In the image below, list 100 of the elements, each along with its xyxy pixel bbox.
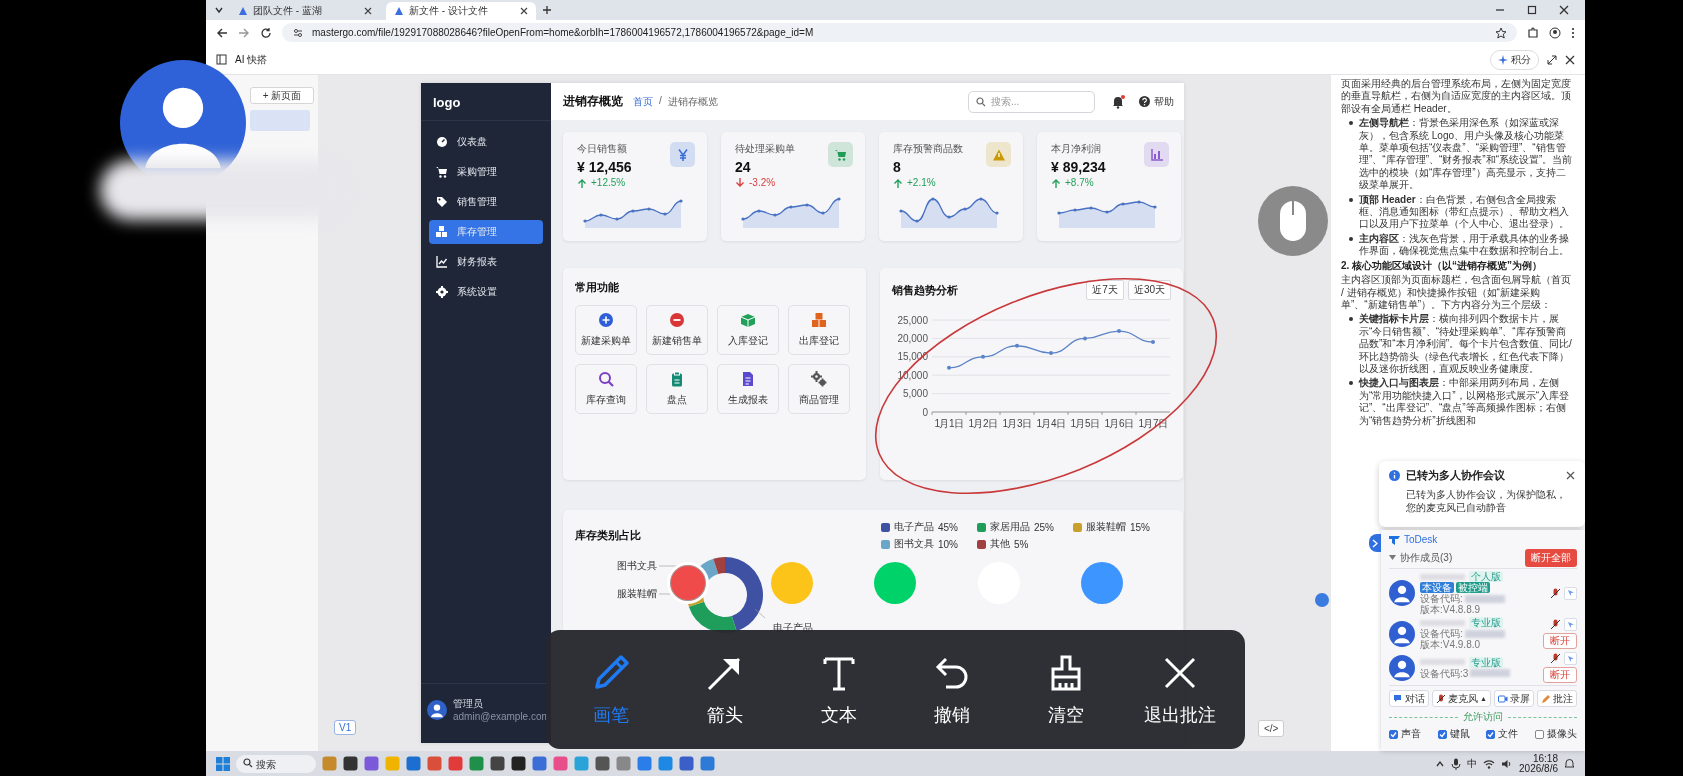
app-icon[interactable] bbox=[595, 756, 610, 771]
maximize-icon[interactable] bbox=[1527, 5, 1537, 15]
expand-icon[interactable] bbox=[1547, 54, 1557, 65]
quick-action-button[interactable]: 盘点 bbox=[646, 364, 708, 414]
stat-value: ¥ 12,456 bbox=[577, 159, 632, 175]
toolbar-button[interactable]: 批注 bbox=[1537, 690, 1577, 707]
checkbox[interactable] bbox=[1389, 729, 1398, 739]
collapse-tab[interactable] bbox=[1369, 534, 1381, 552]
annotation-tool-button[interactable]: 撤销 bbox=[904, 652, 1001, 727]
legend-label: 其他 bbox=[990, 537, 1010, 551]
notification-title: 已转为多人协作会议 bbox=[1406, 468, 1505, 483]
change-text: +8.7% bbox=[1065, 177, 1094, 188]
axis-label: 1月5日 bbox=[1070, 418, 1100, 429]
legend-label: 家居用品 bbox=[990, 520, 1030, 534]
tag-icon bbox=[436, 196, 448, 208]
microphone-icon[interactable] bbox=[1451, 757, 1462, 770]
search-icon bbox=[243, 757, 253, 768]
help-link[interactable]: 帮助 bbox=[1139, 94, 1174, 109]
plus-icon[interactable] bbox=[542, 5, 552, 15]
nav-item[interactable]: 采购管理 bbox=[429, 160, 543, 184]
disconnect-all-button[interactable]: 断开全部 bbox=[1525, 548, 1577, 567]
toolbar-button[interactable]: 对话 bbox=[1389, 690, 1429, 707]
quick-action-button[interactable]: 生成报表 bbox=[717, 364, 779, 414]
round-icon[interactable] bbox=[1315, 593, 1329, 607]
quick-action-button[interactable]: 新建销售单 bbox=[646, 305, 708, 355]
back-arrow-icon[interactable] bbox=[216, 26, 228, 39]
profile-icon[interactable] bbox=[1549, 26, 1561, 39]
close-icon[interactable] bbox=[1566, 471, 1575, 480]
stat-value: 24 bbox=[735, 159, 752, 175]
blurred-area bbox=[1464, 594, 1505, 603]
legend-value: 15% bbox=[1130, 521, 1150, 533]
breadcrumb-link[interactable]: 首页 bbox=[633, 94, 653, 109]
star-icon[interactable] bbox=[1495, 26, 1507, 39]
app-icon[interactable] bbox=[490, 756, 505, 771]
card-title: 库存类别占比 bbox=[575, 528, 641, 543]
checkbox-label: 声音 bbox=[1401, 727, 1421, 741]
puzzle-icon[interactable] bbox=[1527, 26, 1539, 39]
site-settings-icon[interactable] bbox=[292, 26, 304, 39]
quick-action-button[interactable]: 入库登记 bbox=[717, 305, 779, 355]
toolbar-button[interactable]: 录屏 bbox=[1493, 690, 1534, 707]
quick-action-button[interactable]: 库存查询 bbox=[575, 364, 637, 414]
checkbox[interactable] bbox=[1437, 729, 1447, 739]
browser-tab[interactable]: 团队文件 - 蓝湖 bbox=[230, 2, 380, 20]
reload-icon[interactable] bbox=[260, 26, 272, 39]
nav-item[interactable]: 库存管理 bbox=[429, 220, 543, 244]
notification-icon[interactable] bbox=[1564, 758, 1575, 769]
windows-icon[interactable] bbox=[216, 756, 230, 771]
search-field[interactable]: 搜索... bbox=[968, 90, 1095, 113]
avatar-icon bbox=[427, 699, 447, 720]
sidebar-toggle-icon[interactable] bbox=[216, 54, 227, 65]
list-item-text: 顶部 Header：白色背景，右侧包含全局搜索框、消息通知图标（带红点提示）、帮助文档入口以及用户下拉菜单（个人中心、退出登录）。 bbox=[1359, 193, 1570, 231]
code-button[interactable]: </> bbox=[1258, 720, 1285, 737]
gear-icon bbox=[436, 286, 448, 298]
data-point bbox=[1083, 336, 1087, 341]
search-field[interactable]: 搜索 bbox=[236, 755, 316, 774]
quick-action-button[interactable]: 出库登记 bbox=[788, 305, 850, 355]
address-bar[interactable]: mastergo.com/file/192917088028646?fileOpenFrom=home&orbIh=1786004196572,1786004196572&page_id=M bbox=[282, 23, 1517, 42]
checkbox[interactable] bbox=[1486, 729, 1496, 739]
app-icon[interactable] bbox=[511, 756, 526, 771]
forward-arrow-icon[interactable] bbox=[238, 26, 250, 39]
disconnect-button[interactable]: 断开 bbox=[1543, 633, 1577, 649]
input-method-indicator[interactable]: 中 bbox=[1467, 756, 1478, 771]
bell-icon[interactable] bbox=[1111, 94, 1125, 109]
cursor-button[interactable] bbox=[1564, 652, 1577, 665]
wifi-icon[interactable] bbox=[1483, 758, 1496, 769]
cursor-button[interactable] bbox=[1564, 586, 1577, 600]
checkbox[interactable] bbox=[1534, 729, 1544, 739]
nav-item[interactable]: 系统设置 bbox=[429, 280, 543, 304]
app-icon[interactable] bbox=[343, 756, 358, 771]
nav-item[interactable]: 仪表盘 bbox=[429, 130, 543, 154]
clock-date: 2026/8/6 bbox=[1519, 763, 1558, 774]
menu-icon[interactable] bbox=[1571, 26, 1575, 39]
chevron-right-icon bbox=[1372, 538, 1378, 548]
browser-tab[interactable]: 新文件 - 设计文件 bbox=[386, 2, 536, 20]
disconnect-button[interactable]: 断开 bbox=[1543, 667, 1577, 683]
annotation-tool-button[interactable]: 退出批注 bbox=[1132, 652, 1229, 727]
range-button[interactable]: 近7天 bbox=[1086, 280, 1124, 300]
stat-label: 本月净利润 bbox=[1051, 142, 1102, 156]
annotation-tool-button[interactable]: 清空 bbox=[1018, 652, 1115, 727]
quick-action-button[interactable]: 商品管理 bbox=[788, 364, 850, 414]
cursor-button[interactable] bbox=[1564, 618, 1577, 631]
range-button[interactable]: 近30天 bbox=[1127, 280, 1171, 300]
close-icon[interactable] bbox=[364, 7, 372, 15]
chat-icon bbox=[1393, 693, 1403, 704]
quick-action-button[interactable]: 新建采购单 bbox=[575, 305, 637, 355]
close-icon[interactable] bbox=[1559, 5, 1569, 15]
close-icon[interactable] bbox=[1565, 54, 1575, 65]
nav-item[interactable]: 财务报表 bbox=[429, 250, 543, 274]
plan-badge: 个人版 bbox=[1469, 571, 1503, 582]
cart-icon bbox=[436, 166, 448, 178]
chevron-down-icon[interactable] bbox=[214, 5, 224, 15]
annotation-tool-button[interactable]: 文本 bbox=[790, 652, 887, 727]
legend-swatch bbox=[881, 539, 890, 549]
section-heading: 2. 核心功能区域设计（以“进销存概览”为例） bbox=[1341, 259, 1544, 273]
app-name: ToDesk bbox=[1404, 534, 1438, 545]
nav-item[interactable]: 销售管理 bbox=[429, 190, 543, 214]
axis-label: 1月2日 bbox=[968, 418, 998, 429]
annotation-tool-button[interactable]: 箭头 bbox=[676, 652, 773, 727]
new-page-button[interactable]: + 新页面 bbox=[250, 87, 314, 104]
close-icon[interactable] bbox=[520, 7, 528, 15]
